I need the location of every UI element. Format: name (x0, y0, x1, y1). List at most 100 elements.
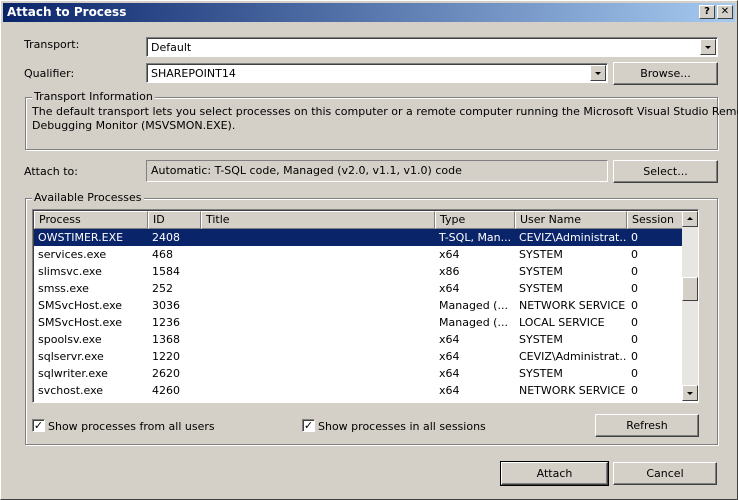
cancel-button[interactable]: Cancel (613, 462, 717, 485)
cell-id: 1584 (152, 265, 180, 278)
cell-session: 0 (631, 367, 638, 380)
cell-process: sqlservr.exe (38, 350, 104, 363)
transport-combobox[interactable]: Default (146, 37, 718, 57)
column-header-process[interactable]: Process (34, 211, 148, 229)
select-button[interactable]: Select... (613, 160, 718, 183)
cell-type: x64 (439, 350, 460, 363)
column-header-id[interactable]: ID (148, 211, 201, 229)
cell-id: 1236 (152, 316, 180, 329)
scroll-down-icon[interactable] (682, 385, 698, 401)
cell-session: 0 (631, 316, 638, 329)
cell-process: OWSTIMER.EXE (38, 231, 124, 244)
show-all-sessions-label[interactable]: Show processes in all sessions (318, 420, 486, 433)
process-list[interactable]: Process ID Title Type User Name Session … (32, 209, 699, 403)
cell-session: 0 (631, 333, 638, 346)
cell-type: x86 (439, 265, 460, 278)
cell-type: Managed (... (439, 316, 508, 329)
cell-process: svchost.exe (38, 384, 104, 397)
table-row[interactable]: SMSvcHost.exe 3036 Managed (... NETWORK SER… (34, 297, 683, 314)
cell-user-name: NETWORK SERVICE (519, 384, 626, 397)
cell-user-name: SYSTEM (519, 333, 563, 346)
cell-id: 3036 (152, 299, 180, 312)
cell-type: x64 (439, 248, 460, 261)
cell-session: 0 (631, 248, 638, 261)
cell-session: 0 (631, 231, 638, 244)
cell-process: SMSvcHost.exe (38, 316, 123, 329)
table-row[interactable]: smss.exe 252 x64 SYSTEM 0 (34, 280, 683, 297)
cell-id: 468 (152, 248, 173, 261)
transport-information-text-2: Debugging Monitor (MSVSMON.EXE). (32, 119, 236, 132)
available-processes-title: Available Processes (32, 191, 144, 204)
qualifier-label: Qualifier: (24, 67, 75, 80)
cell-id: 252 (152, 282, 173, 295)
transport-information-text-1: The default transport lets you select pr… (32, 105, 738, 118)
scroll-thumb[interactable] (682, 277, 698, 301)
attach-to-value: Automatic: T-SQL code, Managed (v2.0, v1… (146, 160, 608, 182)
table-row[interactable]: slimsvc.exe 1584 x86 SYSTEM 0 (34, 263, 683, 280)
show-all-users-checkbox[interactable]: ✓ (32, 419, 45, 432)
cell-type: x64 (439, 384, 460, 397)
cell-type: x64 (439, 367, 460, 380)
cell-session: 0 (631, 282, 638, 295)
cell-id: 1220 (152, 350, 180, 363)
table-row[interactable]: spoolsv.exe 1368 x64 SYSTEM 0 (34, 331, 683, 348)
table-row[interactable]: OWSTIMER.EXE 2408 T-SQL, Man... CEVIZ\Admin… (34, 229, 683, 246)
cell-process: slimsvc.exe (38, 265, 102, 278)
column-header-session[interactable]: Session (627, 211, 683, 229)
close-button[interactable]: ✕ (717, 5, 733, 19)
title-bar: Attach to Process ? ✕ (3, 3, 735, 22)
cell-process: services.exe (38, 248, 107, 261)
cell-session: 0 (631, 350, 638, 363)
cell-session: 0 (631, 384, 638, 397)
cell-type: x64 (439, 282, 460, 295)
column-header-title[interactable]: Title (201, 211, 435, 229)
column-header-user-name[interactable]: User Name (515, 211, 627, 229)
table-row[interactable]: svchost.exe 4260 x64 NETWORK SERVICE 0 (34, 382, 683, 399)
cell-id: 1368 (152, 333, 180, 346)
transport-value: Default (151, 41, 192, 54)
table-row[interactable]: services.exe 468 x64 SYSTEM 0 (34, 246, 683, 263)
help-button[interactable]: ? (699, 5, 715, 19)
cell-user-name: CEVIZ\Administrat... (519, 231, 627, 244)
cell-type: T-SQL, Man... (439, 231, 512, 244)
column-header-type[interactable]: Type (435, 211, 515, 229)
transport-information-title: Transport Information (32, 90, 155, 103)
scroll-up-icon[interactable] (682, 211, 698, 227)
attach-to-label: Attach to: (24, 165, 78, 178)
window-title: Attach to Process (7, 5, 127, 19)
cell-user-name: CEVIZ\Administrat... (519, 350, 627, 363)
cell-user-name: NETWORK SERVICE (519, 299, 626, 312)
cell-id: 2408 (152, 231, 180, 244)
cell-user-name: SYSTEM (519, 265, 563, 278)
attach-to-process-dialog: Attach to Process ? ✕ Transport: Default… (0, 0, 738, 500)
show-all-sessions-checkbox[interactable]: ✓ (302, 419, 315, 432)
cell-type: x64 (439, 333, 460, 346)
cell-id: 4260 (152, 384, 180, 397)
cell-session: 0 (631, 299, 638, 312)
browse-button[interactable]: Browse... (613, 62, 718, 85)
refresh-button[interactable]: Refresh (595, 414, 699, 437)
cell-user-name: LOCAL SERVICE (519, 316, 605, 329)
cell-user-name: SYSTEM (519, 248, 563, 261)
transport-information-group: Transport Information The default transp… (25, 90, 738, 150)
table-row[interactable]: SMSvcHost.exe 1236 Managed (... LOCAL SERVI… (34, 314, 683, 331)
chevron-down-icon[interactable] (700, 39, 716, 55)
chevron-down-icon[interactable] (590, 65, 606, 81)
cell-process: SMSvcHost.exe (38, 299, 123, 312)
cell-session: 0 (631, 265, 638, 278)
qualifier-value: SHAREPOINT14 (151, 67, 236, 80)
cell-type: Managed (... (439, 299, 508, 312)
show-all-users-label[interactable]: Show processes from all users (48, 420, 215, 433)
table-row[interactable]: sqlservr.exe 1220 x64 CEVIZ\Administrat... 0 (34, 348, 683, 365)
cell-process: smss.exe (38, 282, 89, 295)
cell-user-name: SYSTEM (519, 282, 563, 295)
table-row[interactable]: sqlwriter.exe 2620 x64 SYSTEM 0 (34, 365, 683, 382)
cell-id: 2620 (152, 367, 180, 380)
vertical-scrollbar[interactable] (682, 211, 698, 401)
transport-label: Transport: (24, 38, 80, 51)
attach-button[interactable]: Attach (500, 461, 609, 486)
qualifier-combobox[interactable]: SHAREPOINT14 (146, 63, 608, 83)
cell-process: spoolsv.exe (38, 333, 102, 346)
cell-user-name: SYSTEM (519, 367, 563, 380)
cell-process: sqlwriter.exe (38, 367, 108, 380)
